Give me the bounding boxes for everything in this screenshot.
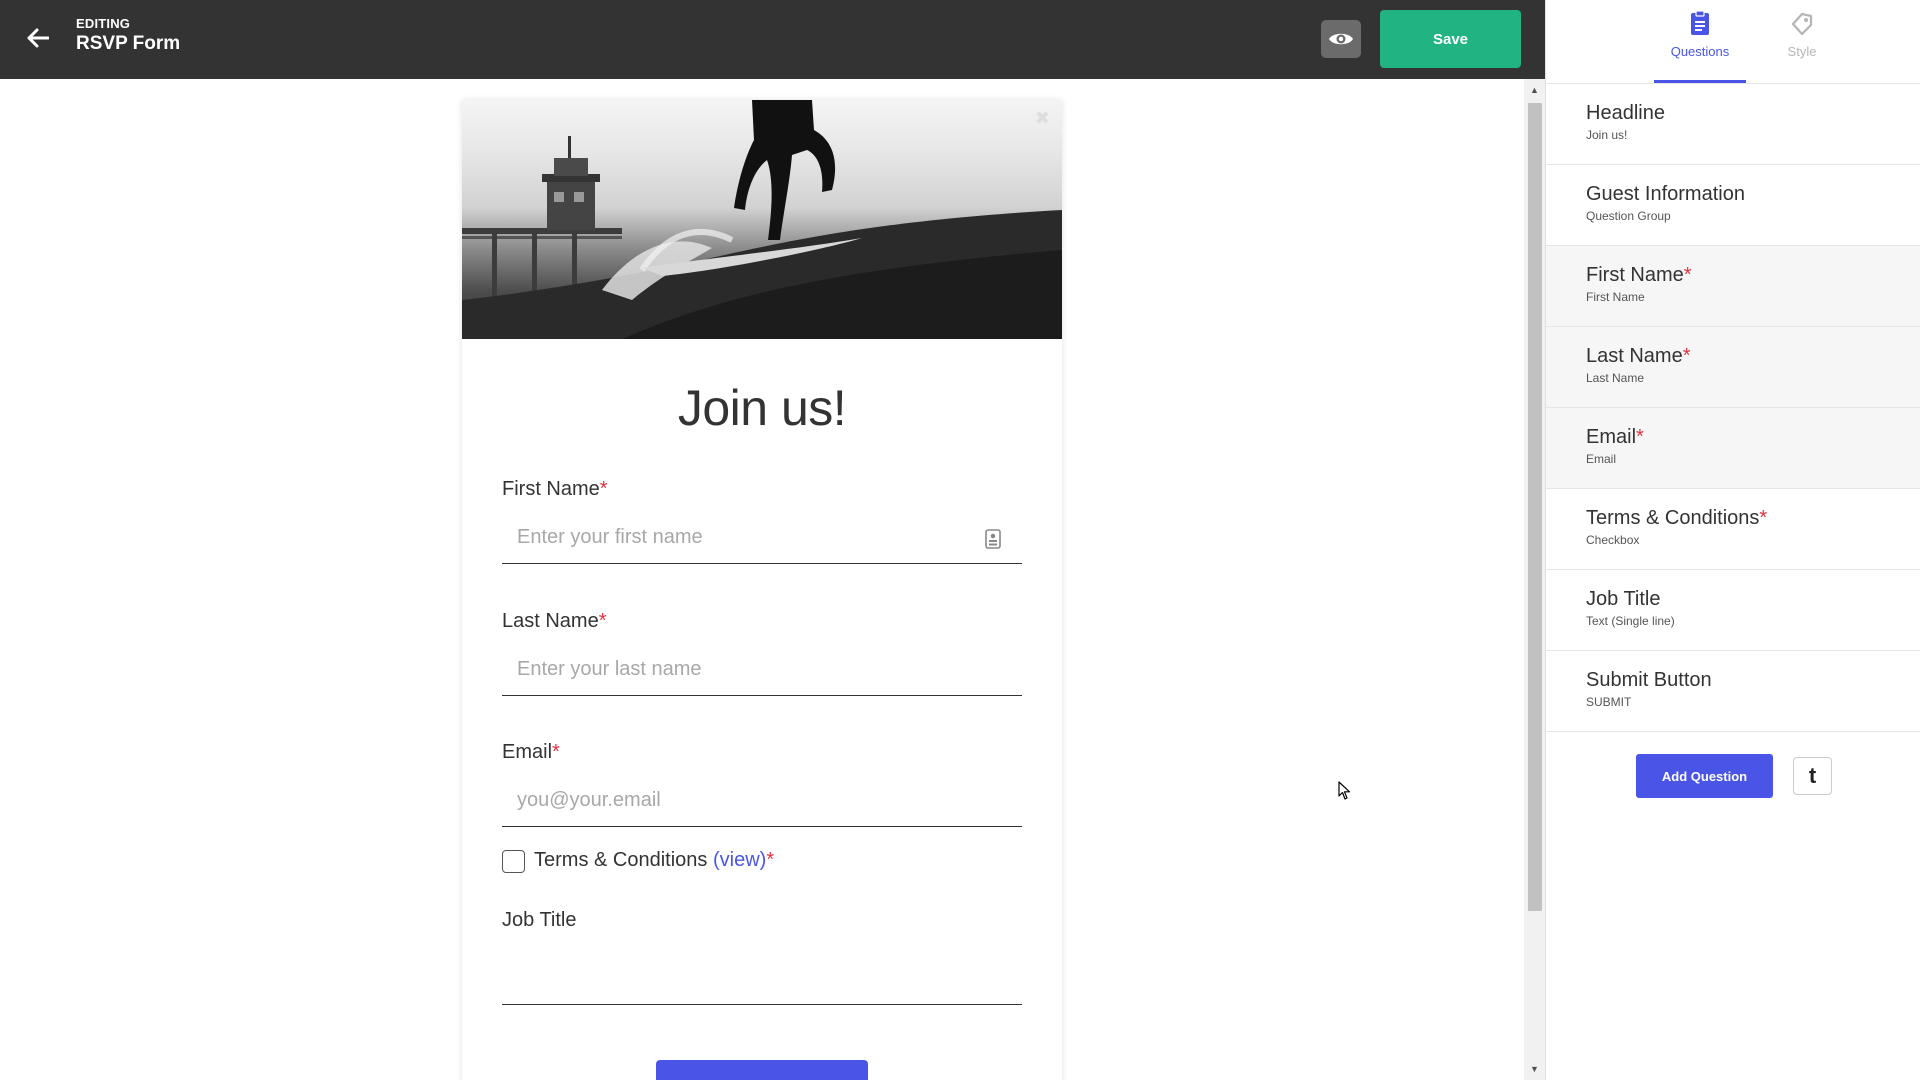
question-title-text: Guest Information: [1586, 183, 1745, 205]
editing-label: EDITING: [76, 16, 131, 31]
question-title: First Name*: [1586, 264, 1920, 287]
question-subtitle: Join us!: [1586, 128, 1628, 142]
email-label-text: Email: [502, 741, 553, 763]
first-name-label-text: First Name: [502, 478, 600, 500]
panel-tabs: Questions Style: [1546, 0, 1920, 84]
questions-panel: Questions Style Headline Join us! Guest …: [1545, 0, 1920, 1080]
last-name-label-text: Last Name: [502, 610, 599, 632]
email-input[interactable]: [502, 775, 1022, 827]
hero-image: ✖: [462, 100, 1062, 339]
mouse-cursor-icon: [1338, 781, 1351, 800]
scroll-down-arrow-icon[interactable]: ▼: [1524, 1060, 1545, 1078]
terms-label: Terms & Conditions (view)*: [534, 849, 774, 872]
question-subtitle: Question Group: [1586, 209, 1671, 223]
back-button[interactable]: [24, 24, 52, 52]
required-marker: *: [599, 478, 608, 500]
first-name-input[interactable]: [502, 512, 1022, 564]
question-subtitle: Email: [1586, 452, 1617, 466]
tab-style-label: Style: [1787, 44, 1817, 59]
question-title-text: Email: [1586, 426, 1637, 448]
question-subtitle: Text (Single line): [1586, 614, 1675, 628]
required-marker: *: [1636, 426, 1644, 448]
required-marker: *: [1683, 264, 1692, 286]
question-item-terms-conditions[interactable]: Terms & Conditions* Checkbox: [1546, 489, 1920, 570]
add-question-button[interactable]: Add Question: [1636, 754, 1773, 798]
preview-button[interactable]: [1321, 20, 1361, 58]
question-title: Last Name*: [1586, 345, 1920, 368]
scroll-thumb[interactable]: [1528, 103, 1542, 911]
required-marker: *: [598, 610, 607, 632]
surfer-photo: [462, 100, 1062, 339]
terms-label-text: Terms & Conditions: [534, 849, 708, 871]
question-title: Headline: [1586, 102, 1920, 125]
job-title-label: Job Title: [502, 909, 577, 931]
question-title: Terms & Conditions*: [1586, 507, 1920, 530]
contact-card-icon: [985, 529, 1001, 549]
question-title: Job Title: [1586, 588, 1920, 611]
question-item-job-title[interactable]: Job Title Text (Single line): [1546, 570, 1920, 651]
typeform-t-button[interactable]: t: [1793, 757, 1832, 795]
question-item-last-name[interactable]: Last Name* Last Name: [1546, 327, 1920, 408]
required-marker: *: [552, 741, 560, 763]
required-marker: *: [1759, 507, 1768, 529]
paint-tag-icon: [1791, 12, 1813, 36]
top-bar: EDITING RSVP Form Save: [0, 0, 1545, 79]
question-title-text: Headline: [1586, 102, 1665, 124]
job-title-input[interactable]: [502, 953, 1022, 1005]
canvas-scrollbar[interactable]: ▲ ▼: [1524, 79, 1545, 1080]
terms-checkbox[interactable]: [502, 850, 525, 873]
question-subtitle: Last Name: [1586, 371, 1645, 385]
question-title: Guest Information: [1586, 183, 1920, 206]
form-canvas: ✖ Join us! First Name* Last Name* Email*…: [0, 79, 1524, 1080]
question-title-text: First Name: [1586, 264, 1684, 286]
question-title-text: Submit Button: [1586, 669, 1712, 691]
email-label: Email*: [502, 741, 560, 764]
scroll-up-arrow-icon[interactable]: ▲: [1524, 81, 1545, 99]
tab-style[interactable]: Style: [1756, 0, 1848, 83]
question-title: Email*: [1586, 426, 1920, 449]
question-title: Submit Button: [1586, 669, 1920, 692]
question-item-email[interactable]: Email* Email: [1546, 408, 1920, 489]
question-item-guest-information[interactable]: Guest Information Question Group: [1546, 165, 1920, 246]
terms-view-link[interactable]: (view): [713, 849, 766, 871]
submit-button[interactable]: SUBMIT: [656, 1060, 868, 1080]
required-marker: *: [766, 849, 775, 871]
clipboard-icon: [1691, 10, 1709, 35]
question-title-text: Last Name: [1586, 345, 1683, 367]
tab-questions[interactable]: Questions: [1654, 0, 1746, 83]
last-name-label: Last Name*: [502, 610, 607, 633]
eye-icon: [1329, 33, 1353, 45]
editing-title: EDITING RSVP Form: [76, 16, 180, 55]
question-subtitle: Checkbox: [1586, 533, 1640, 547]
hero-close-icon[interactable]: ✖: [1035, 108, 1050, 129]
form-headline: Join us!: [677, 380, 847, 436]
tab-questions-label: Questions: [1670, 44, 1730, 59]
question-item-headline[interactable]: Headline Join us!: [1546, 84, 1920, 165]
question-item-first-name[interactable]: First Name* First Name: [1546, 246, 1920, 327]
question-title-text: Terms & Conditions: [1586, 507, 1760, 529]
last-name-input[interactable]: [502, 644, 1022, 696]
arrow-left-icon: [27, 28, 49, 48]
question-item-submit-button[interactable]: Submit Button SUBMIT: [1546, 651, 1920, 732]
first-name-label: First Name*: [502, 478, 608, 501]
form-title: RSVP Form: [76, 33, 181, 54]
question-subtitle: SUBMIT: [1586, 695, 1632, 709]
form-card: ✖ Join us! First Name* Last Name* Email*…: [462, 100, 1062, 1080]
question-title-text: Job Title: [1586, 588, 1661, 610]
save-button[interactable]: Save: [1380, 10, 1521, 68]
question-subtitle: First Name: [1586, 290, 1645, 304]
required-marker: *: [1682, 345, 1691, 367]
